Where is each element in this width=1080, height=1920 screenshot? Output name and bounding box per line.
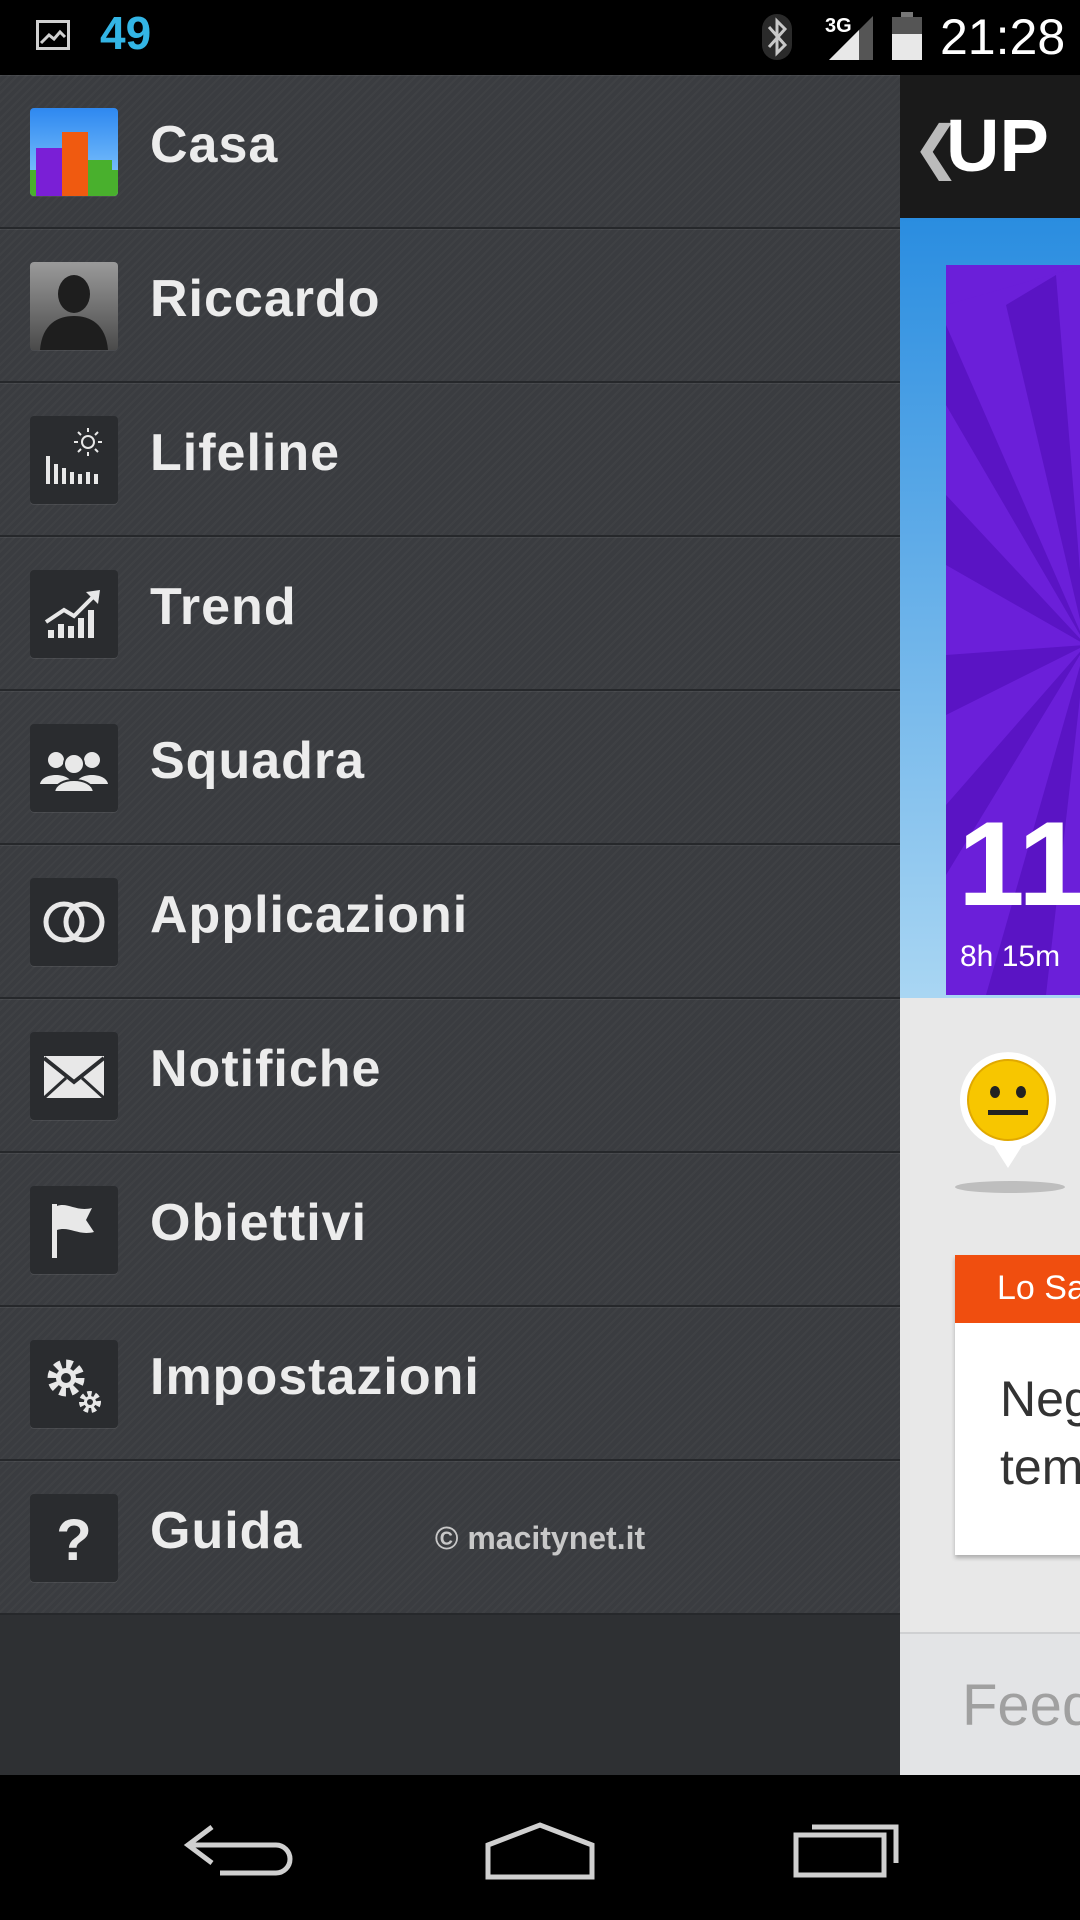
apps-rings-icon [30, 878, 118, 966]
bluetooth-icon [760, 12, 794, 67]
drawer-item-casa[interactable]: Casa [0, 75, 900, 229]
drawer-item-label: Lifeline [150, 424, 341, 482]
tip-body-line: Neg [1000, 1371, 1080, 1427]
app-top-bar: ❮ UP [900, 75, 1080, 218]
drawer-item-trend[interactable]: Trend [0, 537, 900, 691]
feed-label: Feed [962, 1673, 1080, 1738]
drawer-item-lifeline[interactable]: Lifeline [0, 383, 900, 537]
system-nav-bar [0, 1775, 1080, 1920]
back-button[interactable] [180, 1805, 300, 1885]
svg-text:3G: 3G [825, 15, 852, 37]
icon-shadow [955, 1181, 1065, 1193]
tip-card-title: Lo Sa [997, 1269, 1080, 1307]
status-bar: 49 3G 21:28 [0, 0, 1080, 75]
drawer-item-label: Trend [150, 578, 297, 636]
feed-bar[interactable]: Feed [900, 1632, 1080, 1775]
drawer-item-label: Riccardo [150, 270, 381, 328]
drawer-item-label: Applicazioni [150, 886, 469, 944]
neutral-face-icon [958, 1050, 1058, 1168]
flag-icon [30, 1186, 118, 1274]
home-button[interactable] [480, 1805, 600, 1885]
tip-card[interactable]: Lo Sa Neg tem [955, 1255, 1080, 1555]
drawer-item-squadra[interactable]: Squadra [0, 691, 900, 845]
tip-body-line: tem [1000, 1439, 1080, 1495]
drawer-item-riccardo[interactable]: Riccardo [0, 229, 900, 383]
notification-count: 49 [100, 7, 152, 59]
battery-icon [892, 12, 922, 60]
lifeline-icon [30, 416, 118, 504]
recent-apps-button[interactable] [790, 1805, 910, 1885]
drawer-item-label: Obiettivi [150, 1194, 368, 1252]
image-notification-icon [36, 20, 70, 50]
hero-subtitle: 8h 15m [960, 940, 1061, 973]
drawer-item-obiettivi[interactable]: Obiettivi [0, 1153, 900, 1307]
trend-icon [30, 570, 118, 658]
home-chart-icon [30, 108, 118, 196]
drawer-item-label: Squadra [150, 732, 366, 790]
gears-icon [30, 1340, 118, 1428]
profile-avatar-icon [30, 262, 118, 350]
tip-card-header: Lo Sa [955, 1255, 1080, 1323]
team-icon [30, 724, 118, 812]
drawer-item-applicazioni[interactable]: Applicazioni [0, 845, 900, 999]
app-title: UP [946, 104, 1049, 187]
signal-3g-icon: 3G [825, 12, 877, 67]
drawer-item-label: Notifiche [150, 1040, 382, 1098]
drawer-item-label: Impostazioni [150, 1348, 480, 1406]
drawer-item-label: Casa [150, 116, 279, 174]
tip-card-body: Neg tem [1000, 1365, 1080, 1501]
drawer-item-notifiche[interactable]: Notifiche [0, 999, 900, 1153]
drawer-item-impostazioni[interactable]: Impostazioni [0, 1307, 900, 1461]
copyright-watermark: © macitynet.it [434, 1520, 646, 1556]
clock: 21:28 [940, 9, 1066, 65]
envelope-icon [30, 1032, 118, 1120]
hero-value: 110 [958, 797, 1080, 931]
drawer-footer [0, 1615, 900, 1775]
